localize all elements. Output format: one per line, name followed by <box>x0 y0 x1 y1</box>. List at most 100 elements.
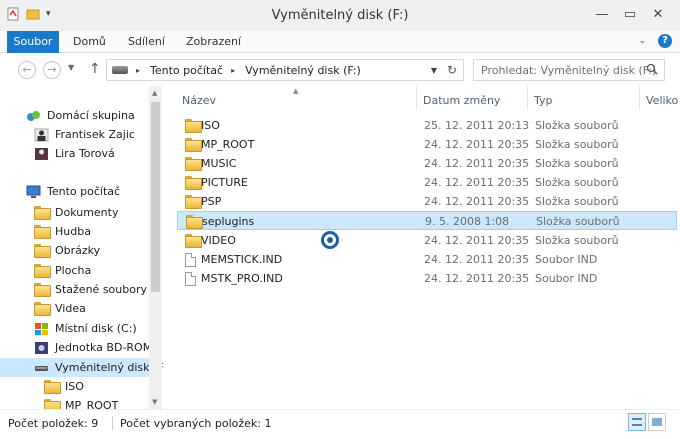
window-controls: — ▭ ✕ <box>588 4 672 24</box>
selected-count: Počet vybraných položek: 1 <box>120 417 272 430</box>
list-item[interactable]: MUSIC 24. 12. 2011 20:35 Složka souborů <box>177 154 677 173</box>
column-divider[interactable] <box>639 86 640 110</box>
file-list: ▲ Název Datum změny Typ Veliko ISO 25. 1… <box>163 86 680 409</box>
computer-icon <box>26 185 41 198</box>
folder-icon <box>185 234 202 248</box>
column-header-date[interactable]: Datum změny <box>423 94 500 107</box>
recent-locations-icon[interactable]: ▼ <box>68 63 74 72</box>
help-icon[interactable]: ? <box>658 34 672 48</box>
nav-item-music[interactable]: Hudba <box>0 222 150 241</box>
list-item[interactable]: MSTK_PRO.IND 24. 12. 2011 20:35 Soubor I… <box>177 269 677 288</box>
nav-item-iso[interactable]: ISO <box>0 377 150 396</box>
up-button[interactable]: ↑ <box>89 61 101 77</box>
list-item-selected[interactable]: seplugins 9. 5. 2008 1:08 Složka souborů <box>177 211 677 230</box>
expand-ribbon-icon[interactable]: ⌄ <box>638 36 646 46</box>
scroll-down-icon[interactable]: ▼ <box>152 398 157 406</box>
folder-icon <box>34 243 51 258</box>
list-item[interactable]: PICTURE 24. 12. 2011 20:35 Složka soubor… <box>177 173 677 192</box>
nav-item-desktop[interactable]: Plocha <box>0 261 150 280</box>
tab-view[interactable]: Zobrazení <box>186 31 241 53</box>
folder-icon <box>186 215 203 229</box>
nav-item-mp-root[interactable]: MP_ROOT <box>0 396 150 409</box>
minimize-button[interactable]: — <box>588 4 616 24</box>
nav-item-documents[interactable]: Dokumenty <box>0 203 150 222</box>
nav-item-videos[interactable]: Videa <box>0 299 150 318</box>
column-divider[interactable] <box>416 86 417 110</box>
nav-item-downloads[interactable]: Stažené soubory <box>0 280 150 299</box>
list-item[interactable]: PSP 24. 12. 2011 20:35 Složka souborů <box>177 192 677 211</box>
folder-icon <box>185 176 202 190</box>
large-icons-view-icon <box>652 418 662 426</box>
nav-item-user[interactable]: Frantisek Zajic <box>0 125 150 144</box>
folder-icon <box>185 119 202 133</box>
column-header-type[interactable]: Typ <box>534 94 553 107</box>
drive-icon <box>35 322 48 335</box>
tab-home[interactable]: Domů <box>73 31 106 53</box>
details-view-button[interactable] <box>628 413 646 431</box>
scroll-up-icon[interactable]: ▲ <box>152 89 157 97</box>
maximize-button[interactable]: ▭ <box>616 4 644 24</box>
column-header-size[interactable]: Veliko <box>646 94 678 107</box>
folder-icon <box>34 224 51 239</box>
scrollbar-thumb[interactable] <box>151 102 160 292</box>
folder-icon <box>185 195 202 209</box>
item-count: Počet položek: 9 <box>8 417 99 430</box>
column-header-row: ▲ Název Datum změny Typ Veliko <box>163 86 680 110</box>
status-bar: Počet položek: 9 Počet vybraných položek… <box>0 409 680 439</box>
disc-icon <box>35 341 48 354</box>
file-icon <box>185 272 196 286</box>
breadcrumb-this-pc[interactable]: Tento počítač <box>150 64 223 77</box>
refresh-icon[interactable]: ↻ <box>447 63 457 77</box>
address-row: ← → ▼ ↑ ▸ Tento počítač ▸ Vyměnitelný di… <box>0 54 680 86</box>
column-header-name[interactable]: Název <box>182 94 216 107</box>
address-dropdown-icon[interactable]: ▼ <box>431 66 437 75</box>
forward-button[interactable]: → <box>43 61 61 79</box>
user-icon <box>34 128 49 141</box>
nav-item-removable-disk[interactable]: Vyměnitelný disk (F <box>0 358 163 377</box>
search-input[interactable]: Prohledat: Vyměnitelný disk (F:) <box>473 59 665 81</box>
homegroup-icon <box>27 110 40 121</box>
ribbon: Soubor Domů Sdílení Zobrazení ⌄ ? <box>0 31 680 53</box>
touch-cursor-icon <box>321 231 339 249</box>
folder-icon <box>34 263 51 278</box>
folder-icon <box>185 138 202 152</box>
folder-icon <box>34 205 51 220</box>
nav-item-pictures[interactable]: Obrázky <box>0 241 150 260</box>
status-divider <box>112 416 113 430</box>
folder-icon <box>185 157 202 171</box>
folder-icon <box>44 379 61 394</box>
details-view-icon <box>632 418 642 426</box>
nav-item-this-pc[interactable]: Tento počítač <box>0 182 150 201</box>
back-button[interactable]: ← <box>18 61 36 79</box>
large-icons-view-button[interactable] <box>648 413 666 431</box>
breadcrumb-removable-disk[interactable]: Vyměnitelný disk (F:) <box>245 64 361 77</box>
ribbon-controls: ⌄ ? <box>638 34 672 48</box>
tab-file[interactable]: Soubor <box>7 31 59 53</box>
breadcrumb-chevron-icon[interactable]: ▸ <box>231 66 235 75</box>
search-icon[interactable] <box>646 63 658 75</box>
folder-icon <box>44 398 61 409</box>
list-item[interactable]: VIDEO 24. 12. 2011 20:35 Složka souborů <box>177 231 677 250</box>
folder-icon <box>34 301 51 316</box>
list-item[interactable]: MP_ROOT 24. 12. 2011 20:35 Složka soubor… <box>177 135 677 154</box>
folder-icon <box>34 282 51 297</box>
view-switcher <box>628 413 666 431</box>
nav-item-local-disk[interactable]: Místní disk (C:) <box>0 319 150 338</box>
nav-item-bd-rom[interactable]: Jednotka BD-ROM <box>0 338 152 357</box>
tab-share[interactable]: Sdílení <box>128 31 165 53</box>
usb-drive-icon <box>35 365 48 371</box>
close-button[interactable]: ✕ <box>644 4 672 24</box>
nav-item-user[interactable]: Lira Torová <box>0 144 150 163</box>
breadcrumb-chevron-icon[interactable]: ▸ <box>136 66 140 75</box>
address-bar[interactable]: ▸ Tento počítač ▸ Vyměnitelný disk (F:) … <box>106 59 464 81</box>
search-placeholder: Prohledat: Vyměnitelný disk (F:) <box>481 64 657 77</box>
sort-ascending-icon: ▲ <box>293 87 299 95</box>
title-bar: ▾ Vyměnitelný disk (F:) — ▭ ✕ <box>0 0 680 32</box>
navigation-scrollbar[interactable]: ▲ ▼ <box>149 86 162 409</box>
window-title: Vyměnitelný disk (F:) <box>271 8 409 23</box>
list-item[interactable]: ISO 25. 12. 2011 20:13 Složka souborů <box>177 116 677 135</box>
nav-item-homegroup[interactable]: Domácí skupina <box>0 106 150 125</box>
column-divider[interactable] <box>527 86 528 110</box>
usb-drive-icon <box>112 66 128 74</box>
list-item[interactable]: MEMSTICK.IND 24. 12. 2011 20:35 Soubor I… <box>177 250 677 269</box>
